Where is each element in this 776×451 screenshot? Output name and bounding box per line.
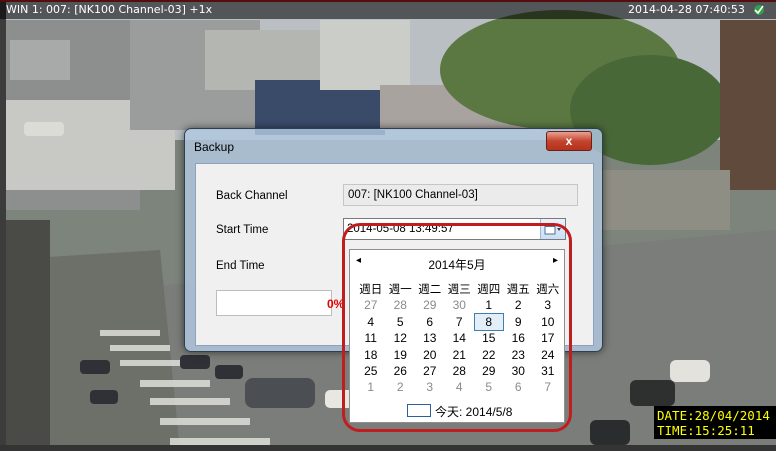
calendar-day-selected[interactable]: 8 <box>474 312 504 331</box>
calendar-month-title: 2014年5月 <box>428 258 486 272</box>
calendar-day[interactable]: 24 <box>533 347 563 363</box>
calendar-week-row: 27 28 29 30 1 2 3 <box>356 296 563 312</box>
calendar-popup: ◂ 2014年5月 ▸ 週日 週一 週二 週三 週四 週五 週六 27 28 29 30 1 2 3 4 5 6… <box>349 249 565 423</box>
back-channel-field: 007: [NK100 Channel-03] <box>343 184 578 206</box>
osd-time: TIME:15:25:11 <box>657 423 755 438</box>
calendar-day[interactable]: 6 <box>415 314 445 330</box>
calendar-day[interactable]: 27 <box>356 297 386 313</box>
calendar-day[interactable]: 7 <box>445 314 475 330</box>
calendar-week-row: 1234567 <box>356 378 563 394</box>
calendar-day[interactable]: 20 <box>415 347 445 363</box>
dialog-title: Backup <box>194 140 235 154</box>
calendar-day[interactable]: 28 <box>386 297 416 313</box>
start-time-label: Start Time <box>216 224 269 236</box>
recording-icon <box>754 5 764 15</box>
calendar-day[interactable]: 21 <box>445 347 475 363</box>
calendar-day[interactable]: 30 <box>504 363 534 379</box>
calendar-icon <box>544 223 561 235</box>
calendar-day[interactable]: 3 <box>533 297 563 313</box>
calendar-day[interactable]: 12 <box>386 330 416 346</box>
calendar-day[interactable]: 17 <box>533 330 563 346</box>
start-time-input[interactable]: 2014-05-08 13:49:57 <box>343 218 566 240</box>
close-button[interactable]: x <box>546 131 592 151</box>
progress-bar <box>216 290 332 316</box>
calendar-day[interactable]: 15 <box>474 330 504 346</box>
back-channel-label: Back Channel <box>216 190 288 202</box>
calendar-day[interactable]: 9 <box>504 314 534 330</box>
calendar-day[interactable]: 6 <box>504 379 534 395</box>
next-month-button[interactable]: ▸ <box>553 255 558 266</box>
calendar-day[interactable]: 19 <box>386 347 416 363</box>
calendar-day[interactable]: 1 <box>356 379 386 395</box>
today-link[interactable]: 今天: 2014/5/8 <box>407 403 512 420</box>
calendar-day[interactable]: 5 <box>474 379 504 395</box>
calendar-day[interactable]: 11 <box>356 330 386 346</box>
calendar-week-row: 11 12 13 14 15 16 17 <box>356 329 563 345</box>
calendar-day[interactable]: 22 <box>474 347 504 363</box>
calendar-day[interactable]: 5 <box>386 314 416 330</box>
calendar-day[interactable]: 27 <box>415 363 445 379</box>
calendar-day[interactable]: 23 <box>504 347 534 363</box>
today-label: 今天: 2014/5/8 <box>435 405 513 419</box>
progress-percent: 0% <box>327 297 345 311</box>
calendar-day[interactable]: 13 <box>415 330 445 346</box>
calendar-day[interactable]: 4 <box>445 379 475 395</box>
calendar-day[interactable]: 31 <box>533 363 563 379</box>
calendar-day[interactable]: 16 <box>504 330 534 346</box>
calendar-day[interactable]: 4 <box>356 314 386 330</box>
calendar-day[interactable]: 10 <box>533 314 563 330</box>
osd-timestamp: 2014-04-28 07:40:53 <box>628 3 745 16</box>
calendar-dropdown-button[interactable] <box>540 219 565 239</box>
calendar-day[interactable]: 29 <box>474 363 504 379</box>
osd-title-bar: WIN 1: 007: [NK100 Channel-03] +1x 2014-… <box>0 0 776 19</box>
today-marker-icon <box>407 404 431 417</box>
calendar-week-row: 25 26 27 28 29 30 31 <box>356 362 563 378</box>
end-time-label: End Time <box>216 260 265 272</box>
calendar-week-row: 18 19 20 21 22 23 24 <box>356 346 563 362</box>
calendar-day[interactable]: 1 <box>474 297 504 313</box>
calendar-day[interactable]: 28 <box>445 363 475 379</box>
calendar-grid: 週日 週一 週二 週三 週四 週五 週六 27 28 29 30 1 2 3 4 5 6 7 8 9 10 11 12 13 1… <box>356 280 563 395</box>
calendar-day[interactable]: 7 <box>533 379 563 395</box>
calendar-day[interactable]: 26 <box>386 363 416 379</box>
calendar-day[interactable]: 3 <box>415 379 445 395</box>
channel-title: WIN 1: 007: [NK100 Channel-03] +1x <box>6 3 213 16</box>
calendar-day[interactable]: 2 <box>386 379 416 395</box>
calendar-day[interactable]: 18 <box>356 347 386 363</box>
calendar-day[interactable]: 25 <box>356 363 386 379</box>
calendar-day[interactable]: 2 <box>504 297 534 313</box>
osd-date-time: DATE:28/04/2014 TIME:15:25:11 <box>654 406 776 439</box>
calendar-day[interactable]: 30 <box>445 297 475 313</box>
start-time-value: 2014-05-08 13:49:57 <box>347 223 454 235</box>
calendar-day[interactable]: 29 <box>415 297 445 313</box>
weekday-header-row: 週日 週一 週二 週三 週四 週五 週六 <box>356 280 563 296</box>
calendar-day[interactable]: 14 <box>445 330 475 346</box>
osd-date: DATE:28/04/2014 <box>657 408 770 423</box>
calendar-week-row: 4 5 6 7 8 9 10 <box>356 312 563 331</box>
